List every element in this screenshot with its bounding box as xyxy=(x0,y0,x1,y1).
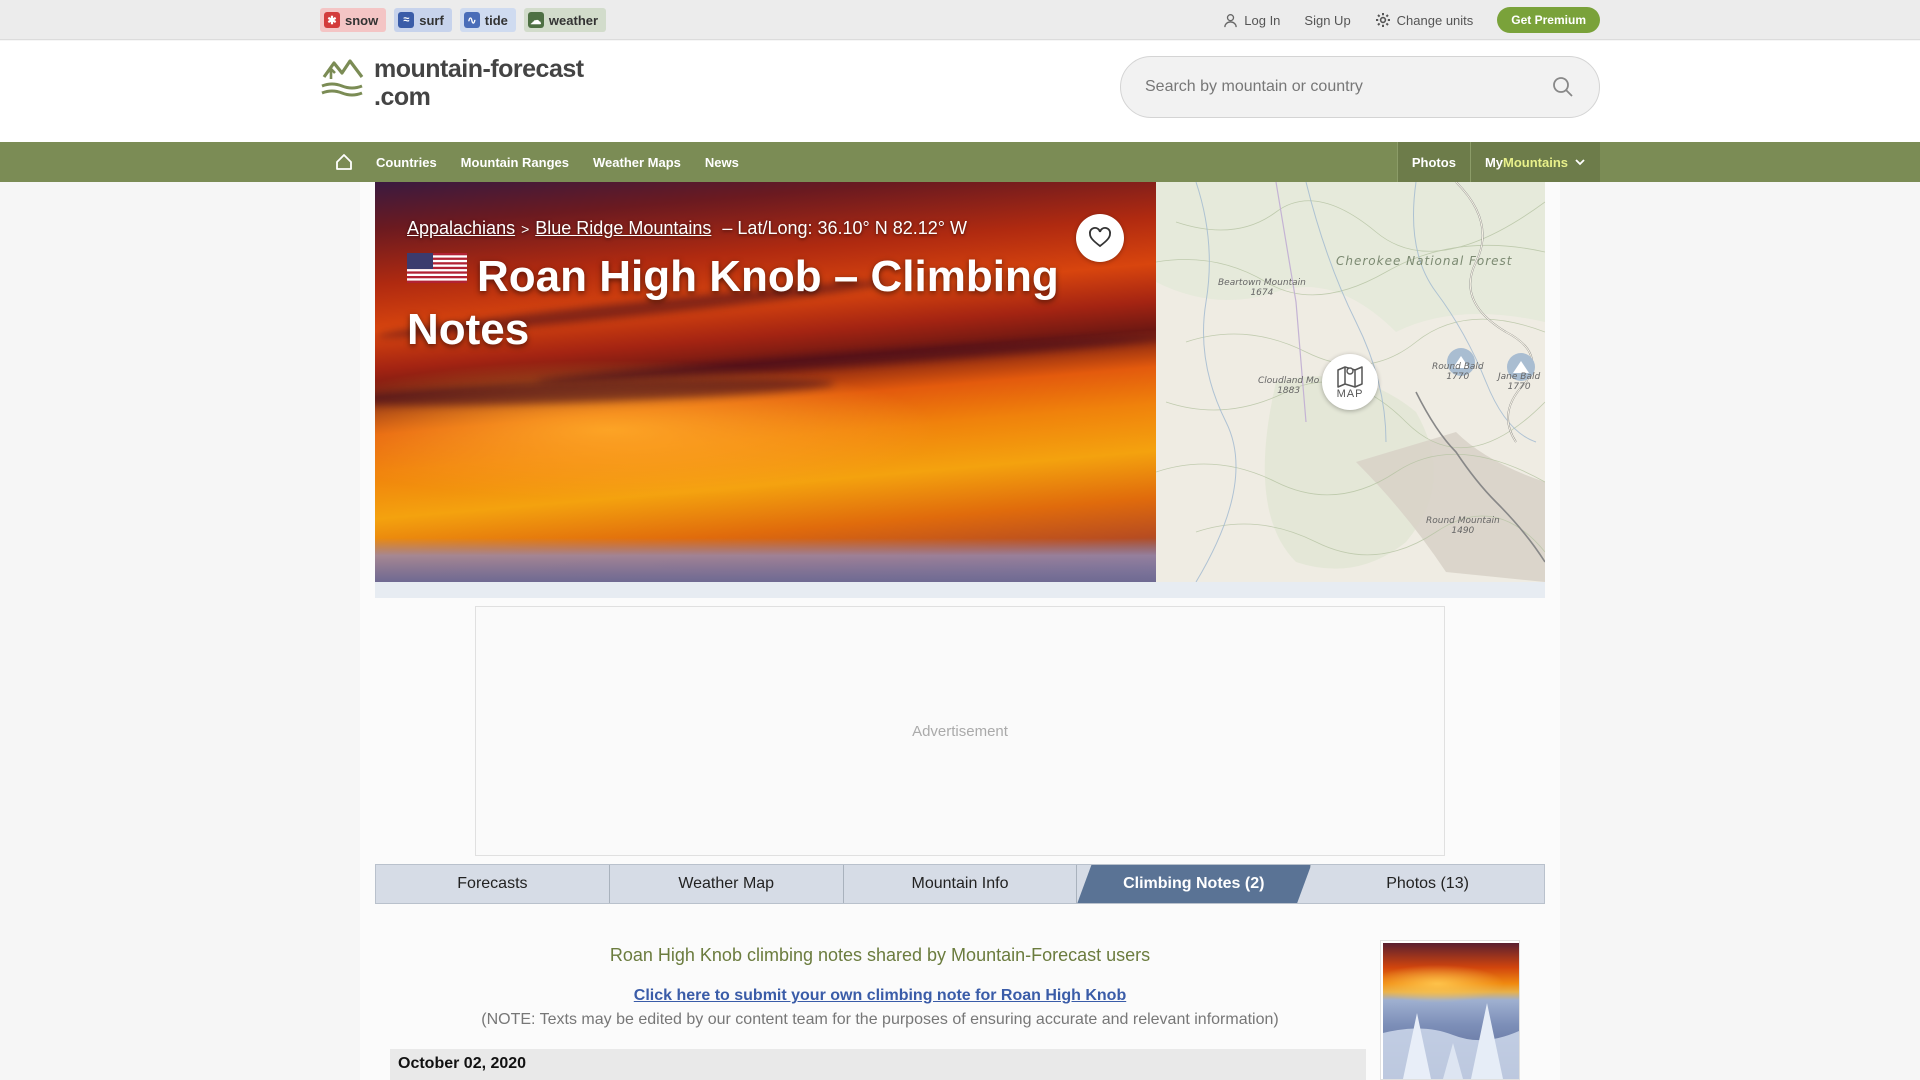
weather-site-link[interactable]: ☁ weather xyxy=(523,8,607,32)
lat-long: – Lat/Long: 36.10° N 82.12° W xyxy=(722,218,967,238)
login-link[interactable]: Log In xyxy=(1223,13,1280,28)
breadcrumb: Appalachians > Blue Ridge Mountains – Lat/… xyxy=(407,218,967,239)
home-icon xyxy=(336,154,352,170)
tab-weather-map[interactable]: Weather Map xyxy=(610,865,844,903)
tab-photos[interactable]: Photos (13) xyxy=(1311,865,1544,903)
snowy-trees-graphic xyxy=(1383,1003,1519,1079)
breadcrumb-separator: > xyxy=(521,221,530,237)
map-button-label: MAP xyxy=(1336,388,1364,400)
home-link[interactable] xyxy=(324,142,364,182)
logo-text: mountain-forecast .com xyxy=(374,55,584,111)
location-map[interactable]: Cherokee National Forest Beartown Mounta… xyxy=(1156,182,1545,582)
snow-site-link[interactable]: ✱ snow xyxy=(320,8,387,32)
us-flag-icon xyxy=(407,253,467,283)
tab-climbing-notes[interactable]: Climbing Notes (2) xyxy=(1077,865,1311,903)
nav-mountain-ranges[interactable]: Mountain Ranges xyxy=(449,155,581,170)
nav-photos[interactable]: Photos xyxy=(1396,142,1470,182)
main-nav: Countries Mountain Ranges Weather Maps N… xyxy=(0,142,1920,182)
mountain-logo-icon xyxy=(321,59,364,97)
login-label: Log In xyxy=(1244,12,1281,28)
climbing-note-entry: October 02, 2020 xyxy=(390,1049,1366,1080)
tide-icon: ∿ xyxy=(463,12,480,28)
utility-bar: ✱ snow ≈ surf ∿ tide ☁ weather Log In Si… xyxy=(0,0,1920,40)
search-icon[interactable] xyxy=(1551,75,1575,99)
snowflake-icon: ✱ xyxy=(324,12,340,28)
map-forest-label: Cherokee National Forest xyxy=(1336,254,1513,268)
change-units-label: Change units xyxy=(1396,12,1474,28)
submit-note-link[interactable]: Click here to submit your own climbing n… xyxy=(390,987,1370,1005)
site-logo[interactable]: mountain-forecast .com xyxy=(320,55,584,111)
snow-site-label: snow xyxy=(345,12,379,28)
tide-site-link[interactable]: ∿ tide xyxy=(459,8,516,32)
thumbnail-image xyxy=(1383,943,1519,1079)
advertisement-label: Advertisement xyxy=(912,722,1008,740)
logo-line2: .com xyxy=(374,83,431,111)
favorite-button[interactable] xyxy=(1076,214,1124,262)
weather-site-label: weather xyxy=(548,12,599,28)
site-header: mountain-forecast .com xyxy=(0,41,1920,142)
page-title-text: Roan High Knob – Climbing Notes xyxy=(407,252,1059,354)
open-map-button[interactable]: MAP xyxy=(1322,354,1378,410)
logo-line1: mountain-forecast xyxy=(374,55,584,83)
family-sites: ✱ snow ≈ surf ∿ tide ☁ weather xyxy=(320,8,607,32)
tab-mountain-info[interactable]: Mountain Info xyxy=(844,865,1078,903)
my-mountains-accent: Mountains xyxy=(1503,154,1568,170)
surf-site-label: surf xyxy=(419,12,444,28)
advertisement-slot: Advertisement xyxy=(475,606,1445,856)
notes-heading: Roan High Knob climbing notes shared by … xyxy=(609,945,1151,965)
cloud-icon: ☁ xyxy=(527,12,544,28)
page-title: Roan High Knob – Climbing Notes xyxy=(407,250,1087,356)
change-units-link[interactable]: Change units xyxy=(1375,12,1474,28)
main-nav-inner: Countries Mountain Ranges Weather Maps N… xyxy=(320,142,1600,182)
user-icon xyxy=(1224,13,1238,27)
note-date: October 02, 2020 xyxy=(398,1055,527,1072)
heart-icon xyxy=(1089,227,1111,248)
map-label-beartown: Beartown Mountain 1674 xyxy=(1218,278,1306,298)
search-input[interactable] xyxy=(1145,78,1551,96)
chevron-down-icon xyxy=(1575,159,1585,166)
tab-forecasts[interactable]: Forecasts xyxy=(376,865,610,903)
map-label-round-bald: Round Bald 1770 xyxy=(1432,362,1484,382)
my-mountains-menu[interactable]: My Mountains xyxy=(1469,142,1600,182)
cloud-layer xyxy=(375,538,1156,582)
signup-link[interactable]: Sign Up xyxy=(1304,13,1350,28)
wave-icon: ≈ xyxy=(398,12,415,28)
search-box xyxy=(1120,56,1600,118)
hero-divider xyxy=(375,582,1545,598)
signup-label: Sign Up xyxy=(1304,12,1351,28)
map-label-round-mountain: Round Mountain 1490 xyxy=(1426,516,1500,536)
location-tabs: Forecasts Weather Map Mountain Info Clim… xyxy=(375,864,1545,904)
gear-icon xyxy=(1375,13,1390,27)
nav-news[interactable]: News xyxy=(693,155,751,170)
photo-thumbnail[interactable] xyxy=(1380,940,1520,1080)
map-label-jane-bald: Jane Bald 1770 xyxy=(1498,372,1541,392)
surf-site-link[interactable]: ≈ surf xyxy=(394,8,452,32)
hero-banner: Appalachians > Blue Ridge Mountains – Lat/… xyxy=(375,182,1156,582)
nav-countries[interactable]: Countries xyxy=(364,155,449,170)
nav-weather-maps[interactable]: Weather Maps xyxy=(581,155,693,170)
get-premium-button[interactable]: Get Premium xyxy=(1497,7,1600,33)
notes-disclaimer: (NOTE: Texts may be edited by our conten… xyxy=(481,1011,1279,1028)
breadcrumb-appalachians[interactable]: Appalachians xyxy=(407,218,515,238)
nav-right: Photos My Mountains xyxy=(1396,142,1600,182)
map-icon xyxy=(1337,366,1363,388)
map-label-cloudland: Cloudland Mo 1883 xyxy=(1258,376,1320,396)
tide-site-label: tide xyxy=(484,12,508,28)
my-mountains-prefix: My xyxy=(1484,154,1503,170)
breadcrumb-blue-ridge[interactable]: Blue Ridge Mountains xyxy=(535,218,711,238)
account-links: Log In Sign Up Change units Get Premium xyxy=(1223,0,1600,40)
